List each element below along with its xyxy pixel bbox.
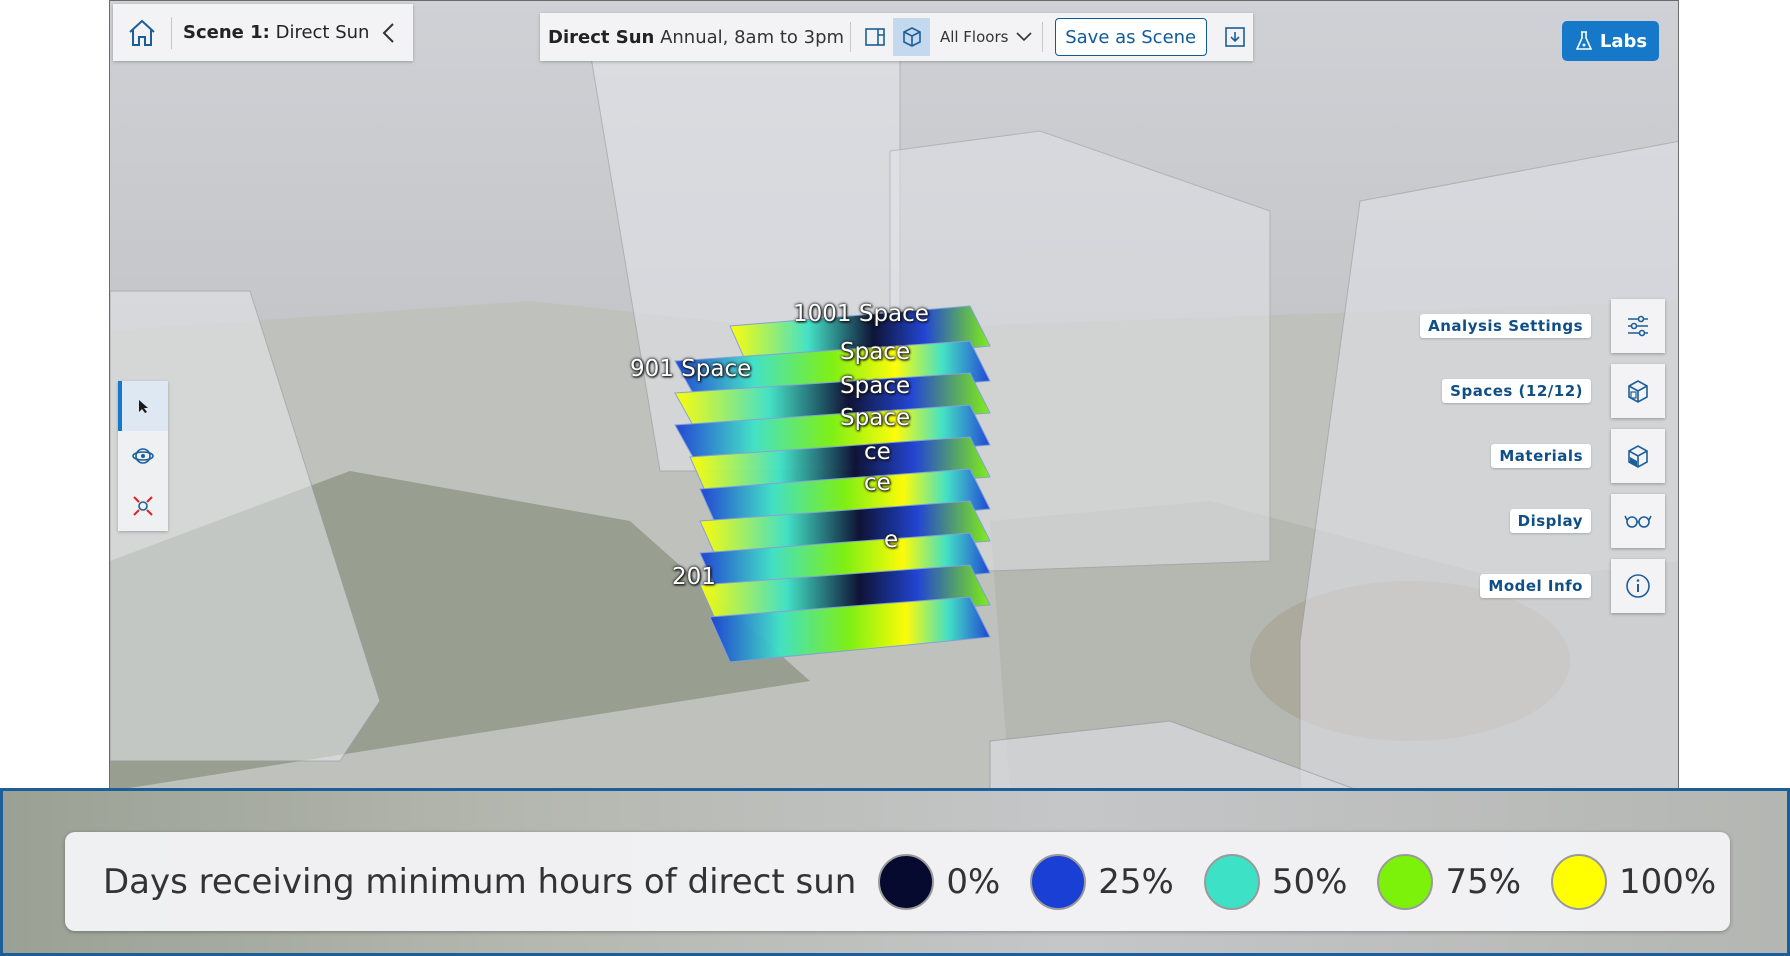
chevron-down-icon: [1016, 32, 1033, 42]
legend: Days receiving minimum hours of direct s…: [65, 832, 1730, 931]
floor-label-301[interactable]: e: [884, 527, 898, 553]
display-button[interactable]: [1611, 494, 1665, 548]
scene-prefix: Scene 1:: [183, 22, 270, 43]
legend-label: 100%: [1619, 861, 1717, 902]
analysis-detail: Annual, 8am to 3pm: [660, 26, 845, 48]
legend-item: 25%: [1030, 853, 1174, 910]
legend-swatch: [1551, 853, 1608, 910]
home-button[interactable]: [113, 4, 171, 61]
3d-box-icon: [902, 27, 921, 47]
floor-label-201[interactable]: 201: [672, 564, 716, 590]
legend-label: 50%: [1271, 861, 1348, 902]
model-info-row: Model Info: [1480, 559, 1665, 613]
legend-title: Days receiving minimum hours of direct s…: [103, 861, 857, 902]
chevron-left-icon: [382, 22, 394, 43]
floor-plan-icon: [865, 28, 886, 46]
glasses-icon: [1624, 515, 1652, 528]
legend-label: 75%: [1445, 861, 1522, 902]
spaces-icon: [1628, 380, 1648, 403]
floors-selected: All Floors: [939, 28, 1009, 46]
legend-label: 25%: [1098, 861, 1174, 902]
display-label[interactable]: Display: [1509, 509, 1591, 533]
spaces-label[interactable]: Spaces (12/12): [1442, 379, 1591, 403]
spaces-button[interactable]: [1611, 364, 1665, 418]
materials-row: Materials: [1491, 429, 1665, 483]
orbit-tool[interactable]: [118, 431, 168, 481]
home-icon: [129, 19, 155, 46]
floor-label-501[interactable]: ce: [864, 439, 891, 465]
info-icon: [1626, 574, 1650, 598]
floor-label-401[interactable]: ce: [864, 470, 891, 496]
download-button[interactable]: [1217, 18, 1253, 56]
materials-label[interactable]: Materials: [1491, 444, 1591, 468]
floors-dropdown[interactable]: All Floors: [940, 28, 1036, 46]
scene-name: Direct Sun: [275, 22, 370, 43]
zoom-extents-tool[interactable]: [118, 481, 168, 531]
floor-label-801[interactable]: Space: [840, 339, 910, 365]
analysis-settings-button[interactable]: [1611, 299, 1665, 353]
legend-swatch: [878, 853, 935, 910]
viewport-tools: [118, 381, 168, 531]
zoom-extents-icon: [133, 496, 153, 516]
legend-item: 50%: [1203, 853, 1348, 910]
cursor-icon: [139, 400, 148, 413]
legend-swatch: [1030, 853, 1087, 910]
legend-item: 100%: [1551, 853, 1717, 910]
materials-button[interactable]: [1611, 429, 1665, 483]
analysis-toolbar: Direct Sun Annual, 8am to 3pm All Floors…: [540, 13, 1253, 61]
display-row: Display: [1509, 494, 1665, 548]
floor-label-1001[interactable]: 1001 Space: [793, 301, 929, 327]
analysis-summary[interactable]: Direct Sun Annual, 8am to 3pm: [548, 27, 844, 48]
legend-item: 75%: [1377, 853, 1522, 910]
legend-item: 0%: [878, 853, 1001, 910]
divider: [1041, 22, 1043, 52]
save-as-scene-button[interactable]: Save as Scene: [1054, 18, 1207, 56]
legend-swatch: [1203, 853, 1260, 910]
labs-label: Labs: [1599, 30, 1648, 52]
model-info-button[interactable]: [1611, 559, 1665, 613]
sliders-icon: [1628, 315, 1648, 337]
model-info-label[interactable]: Model Info: [1480, 574, 1591, 598]
floor-plan-view-button[interactable]: [857, 18, 893, 56]
spaces-row: Spaces (12/12): [1442, 364, 1665, 418]
select-tool[interactable]: [118, 381, 168, 431]
labs-button[interactable]: Labs: [1562, 21, 1659, 61]
scene-title: Scene 1: Direct Sun: [172, 22, 373, 43]
analysis-settings-label[interactable]: Analysis Settings: [1420, 314, 1591, 338]
materials-cube-icon: [1628, 445, 1648, 468]
floor-label-701[interactable]: Space: [840, 373, 910, 399]
floor-label-901[interactable]: 901 Space: [630, 356, 751, 382]
legend-panel: Days receiving minimum hours of direct s…: [0, 788, 1790, 956]
floor-label-601[interactable]: Space: [840, 405, 910, 431]
analysis-settings-row: Analysis Settings: [1420, 299, 1665, 353]
flask-icon: [1575, 31, 1593, 50]
legend-swatch: [1377, 853, 1434, 910]
download-icon: [1224, 27, 1245, 47]
scene-breadcrumb: Scene 1: Direct Sun: [113, 4, 413, 61]
orbit-icon: [132, 448, 154, 464]
3d-view-button[interactable]: [893, 18, 930, 56]
legend-label: 0%: [946, 861, 1001, 902]
analysis-name: Direct Sun: [548, 26, 655, 48]
divider: [850, 22, 851, 52]
collapse-button[interactable]: [373, 22, 403, 44]
